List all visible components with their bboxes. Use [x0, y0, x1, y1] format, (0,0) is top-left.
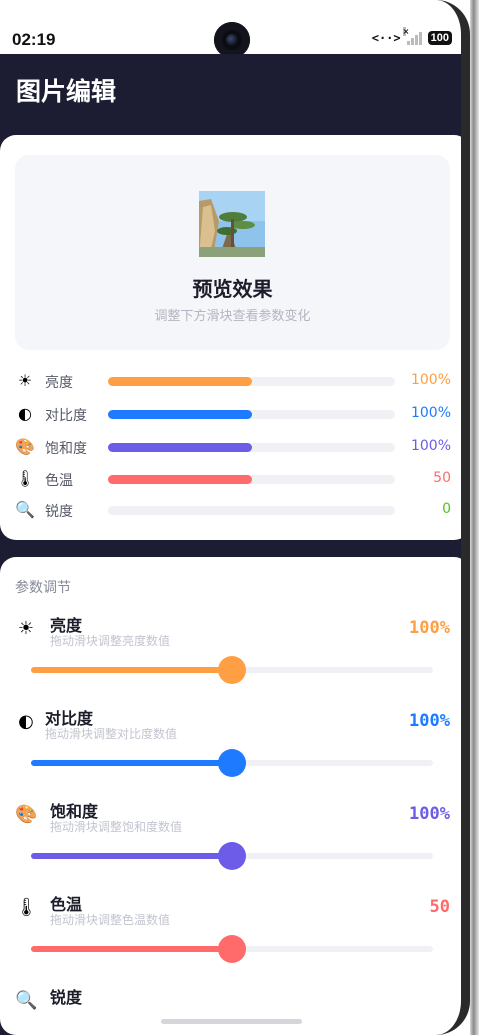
signal-icon: × — [402, 27, 422, 45]
summary-bar — [108, 506, 395, 515]
contrast-icon: ◐ — [18, 404, 32, 423]
page-title: 图片编辑 — [16, 77, 117, 106]
sun-icon: ☀ — [17, 371, 33, 390]
summary-bar — [108, 410, 395, 419]
summary-bar-fill — [108, 475, 252, 484]
control-thermometer: 🌡 色温 拖动滑块调整色温数值 50 — [0, 891, 461, 981]
summary-bar-fill — [108, 443, 252, 452]
slider-fill — [31, 946, 232, 952]
battery-icon: 100 — [427, 31, 452, 45]
slider-thumb[interactable] — [218, 656, 246, 684]
control-sun: ☀ 亮度 拖动滑块调整亮度数值 100% — [0, 612, 461, 702]
magnifier-icon: 🔍 — [15, 990, 38, 1011]
summary-label: 对比度 — [45, 408, 87, 424]
summary-label: 色温 — [45, 473, 73, 489]
palette-icon: 🎨 — [15, 804, 38, 825]
control-description: 拖动滑块调整对比度数值 — [45, 727, 178, 741]
control-description: 拖动滑块调整饱和度数值 — [50, 820, 183, 834]
control-value: 100% — [409, 804, 450, 824]
preview-card: 预览效果 调整下方滑块查看参数变化 ☀ 亮度 100% ◐ 对比度 100% 🎨 饱和度 100… — [0, 135, 461, 540]
summary-value: 0 — [442, 501, 451, 517]
summary-label: 饱和度 — [45, 441, 87, 457]
slider-fill — [31, 760, 232, 766]
thermometer-icon: 🌡 — [15, 897, 38, 918]
home-indicator — [161, 1019, 302, 1024]
status-icons: <··> × 100 — [371, 27, 452, 45]
control-name: 锐度 — [50, 988, 83, 1007]
magnifier-icon: 🔍 — [15, 500, 35, 519]
control-value: 100% — [409, 711, 450, 731]
summary-bar — [108, 443, 395, 452]
summary-value: 100% — [410, 372, 451, 388]
summary-row: ☀ 亮度 100% — [15, 368, 455, 394]
summary-bar-fill — [108, 410, 252, 419]
front-camera — [214, 22, 250, 58]
summary-row: ◐ 对比度 100% — [15, 401, 455, 427]
summary-row: 🌡 色温 50 — [15, 466, 455, 492]
contrast-icon: ◐ — [18, 711, 34, 732]
slider-fill — [31, 667, 232, 673]
summary-value: 50 — [433, 470, 451, 486]
sun-icon: ☀ — [17, 618, 35, 639]
phone-edge — [470, 0, 479, 1035]
control-contrast: ◐ 对比度 拖动滑块调整对比度数值 100% — [0, 705, 461, 795]
status-bar: 02:19 <··> × 100 — [0, 0, 461, 58]
control-description: 拖动滑块调整色温数值 — [50, 913, 171, 927]
preview-area: 预览效果 调整下方滑块查看参数变化 — [15, 155, 450, 350]
slider-fill — [31, 853, 232, 859]
control-magnifier: 🔍 锐度 — [0, 984, 461, 1035]
control-value: 100% — [409, 618, 450, 638]
preview-subtitle: 调整下方滑块查看参数变化 — [154, 309, 311, 324]
landscape-image-icon — [199, 191, 265, 257]
summary-label: 锐度 — [45, 504, 73, 520]
summary-bar — [108, 377, 395, 386]
palette-icon: 🎨 — [15, 437, 35, 456]
control-value: 50 — [429, 897, 450, 917]
app-bar: 图片编辑 — [0, 54, 461, 134]
slider-thumb[interactable] — [218, 935, 246, 963]
summary-value: 100% — [410, 405, 451, 421]
section-title: 参数调节 — [15, 580, 71, 596]
controls-card: 参数调节 ☀ 亮度 拖动滑块调整亮度数值 100% ◐ 对比度 拖动滑块调整对比度数值 100… — [0, 557, 461, 1035]
preview-title: 预览效果 — [192, 277, 273, 301]
control-palette: 🎨 饱和度 拖动滑块调整饱和度数值 100% — [0, 798, 461, 888]
slider-thumb[interactable] — [218, 749, 246, 777]
summary-row: 🎨 饱和度 100% — [15, 434, 455, 460]
link-icon: <··> — [371, 31, 401, 45]
summary-bar — [108, 475, 395, 484]
summary-value: 100% — [410, 438, 451, 454]
status-time: 02:19 — [12, 30, 56, 49]
phone-frame: 02:19 <··> × 100 图片编辑 预览效果 调整下方滑块查看参数变化 … — [0, 0, 470, 1035]
thermometer-icon: 🌡 — [15, 469, 36, 488]
summary-bar-fill — [108, 377, 252, 386]
summary-row: 🔍 锐度 0 — [15, 497, 455, 523]
summary-label: 亮度 — [45, 375, 73, 391]
slider-thumb[interactable] — [218, 842, 246, 870]
control-description: 拖动滑块调整亮度数值 — [50, 634, 171, 648]
